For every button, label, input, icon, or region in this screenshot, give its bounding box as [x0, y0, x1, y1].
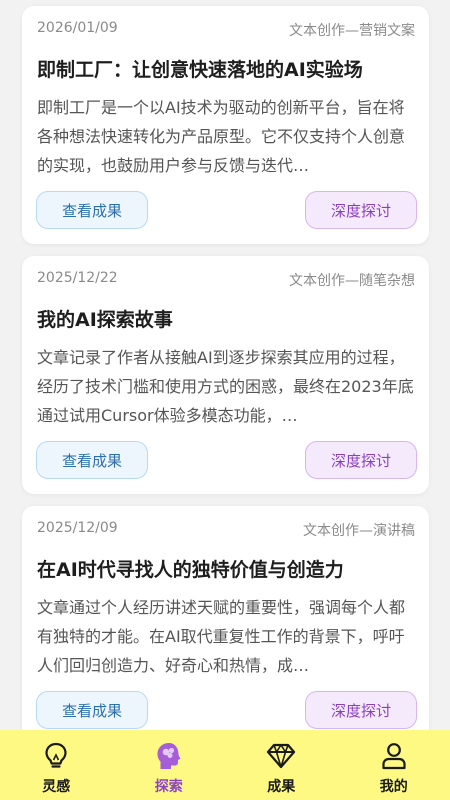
diamond-icon: [266, 741, 296, 771]
card-title: 我的AI探索故事: [37, 309, 173, 331]
deep-discuss-button[interactable]: 深度探讨: [305, 191, 417, 229]
content-feed[interactable]: 2026/01/09 文本创作—营销文案 即制工厂：让创意快速落地的AI实验场 …: [0, 0, 450, 730]
tab-label: 成果: [267, 779, 296, 795]
deep-discuss-button[interactable]: 深度探讨: [305, 691, 417, 729]
card-category: 文本创作—营销文案: [289, 23, 415, 39]
content-card[interactable]: 2025/12/09 文本创作—演讲稿 在AI时代寻找人的独特价值与创造力 文章…: [22, 506, 429, 730]
tab-profile[interactable]: 我的: [338, 730, 450, 800]
bottom-tab-bar: 灵感 探索 成果 我的: [0, 730, 450, 800]
view-result-button[interactable]: 查看成果: [36, 691, 148, 729]
card-description: 文章记录了作者从接触AI到逐步探索其应用的过程，经历了技术门槛和使用方式的困惑，…: [37, 348, 414, 425]
user-icon: [379, 741, 409, 771]
view-result-button[interactable]: 查看成果: [36, 191, 148, 229]
content-card[interactable]: 2025/12/22 文本创作—随笔杂想 我的AI探索故事 文章记录了作者从接触…: [22, 256, 429, 494]
tab-label: 探索: [154, 779, 183, 795]
app-screen: 2026/01/09 文本创作—营销文案 即制工厂：让创意快速落地的AI实验场 …: [0, 0, 450, 800]
tab-results[interactable]: 成果: [225, 730, 338, 800]
card-title: 在AI时代寻找人的独特价值与创造力: [37, 559, 344, 581]
card-title: 即制工厂：让创意快速落地的AI实验场: [37, 59, 363, 81]
card-date: 2025/12/09: [37, 520, 118, 536]
card-date: 2025/12/22: [37, 270, 118, 286]
content-card[interactable]: 2026/01/09 文本创作—营销文案 即制工厂：让创意快速落地的AI实验场 …: [22, 6, 429, 244]
tab-label: 灵感: [42, 779, 71, 795]
tab-label: 我的: [379, 779, 408, 795]
deep-discuss-button[interactable]: 深度探讨: [305, 441, 417, 479]
card-category: 文本创作—演讲稿: [303, 523, 415, 539]
card-category: 文本创作—随笔杂想: [289, 273, 415, 289]
view-result-button[interactable]: 查看成果: [36, 441, 148, 479]
card-description: 文章通过个人经历讲述天赋的重要性，强调每个人都有独特的才能。在AI取代重复性工作…: [37, 598, 406, 675]
lightbulb-icon: [41, 741, 71, 771]
brain-head-icon: [154, 741, 184, 771]
tab-explore[interactable]: 探索: [113, 730, 226, 800]
tab-inspiration[interactable]: 灵感: [0, 730, 113, 800]
card-date: 2026/01/09: [37, 20, 118, 36]
card-description: 即制工厂是一个以AI技术为驱动的创新平台，旨在将各种想法快速转化为产品原型。它不…: [37, 98, 406, 175]
